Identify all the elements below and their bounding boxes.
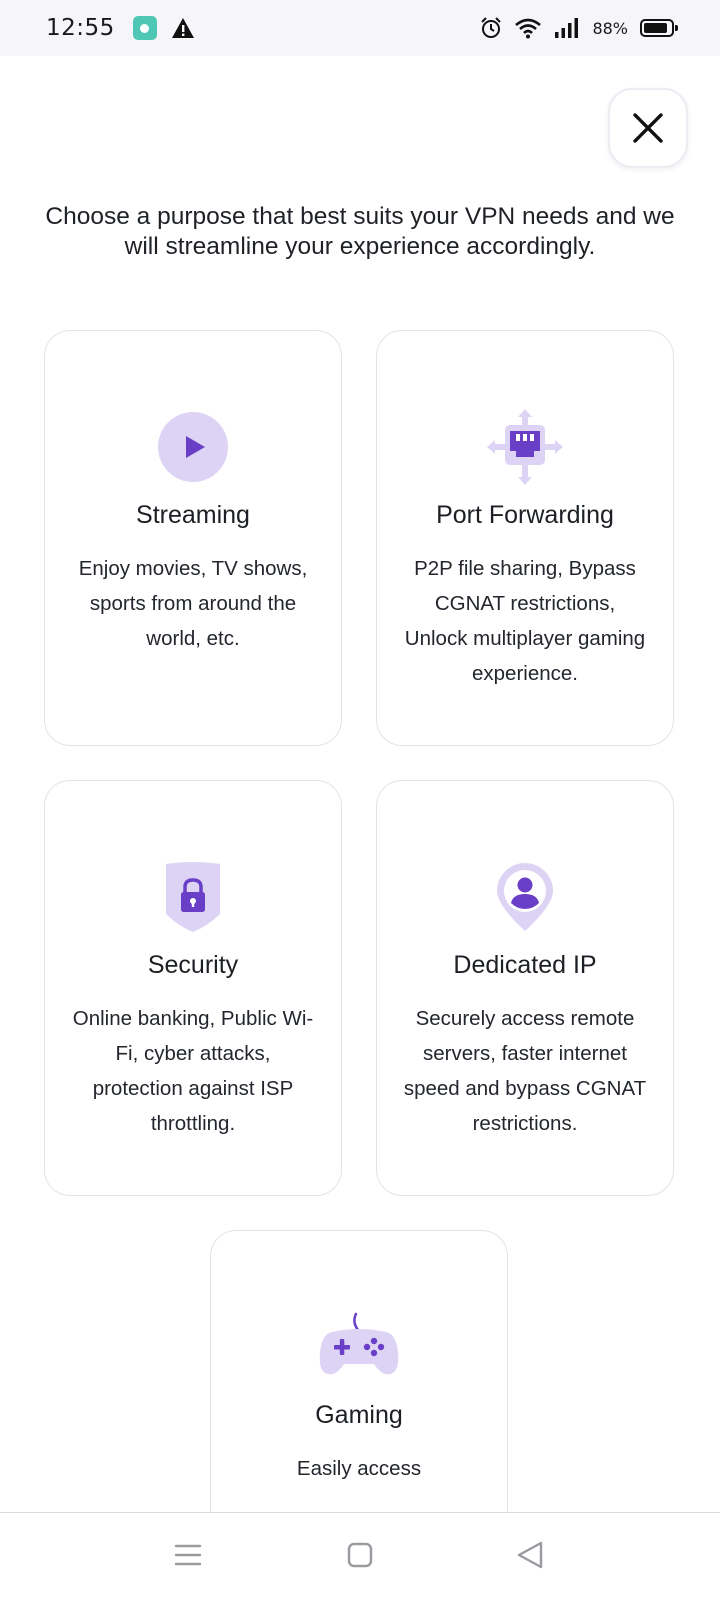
purpose-card-security[interactable]: Security Online banking, Public Wi-Fi, c… [44,780,342,1196]
intro-text: Choose a purpose that best suits your VP… [45,203,675,260]
app-notification-icon [132,16,157,40]
status-right: 88% [480,17,678,39]
home-square-icon [347,1542,373,1568]
gamepad-icon [319,1312,399,1375]
notification-icons [132,16,195,40]
wifi-icon [515,18,542,39]
alarm-icon [481,17,502,38]
purpose-card-port-forwarding[interactable]: Port Forwarding P2P file sharing, Bypass… [376,330,674,746]
purpose-title: Security [147,951,239,979]
purpose-card-streaming[interactable]: Streaming Enjoy movies, TV shows, sports… [44,330,342,746]
back-button[interactable] [510,1535,550,1575]
back-triangle-icon [517,1541,543,1569]
signal-icon [555,18,579,38]
purpose-title: Gaming [315,1401,403,1429]
status-time: 12:55 [46,15,115,41]
ethernet-port-icon [487,409,563,485]
purpose-card-gaming[interactable]: Gaming Easily access [210,1230,508,1530]
menu-icon [174,1544,202,1566]
purpose-description: Securely access remote servers, faster i… [403,1007,647,1135]
purpose-description: P2P file sharing, Bypass CGNAT restricti… [404,557,646,685]
close-icon [633,113,663,143]
battery-percentage: 88% [592,18,628,38]
purpose-description: Easily access [296,1457,422,1480]
close-button[interactable] [608,88,688,168]
purpose-description: Enjoy movies, TV shows, sports from arou… [78,557,308,650]
battery-icon [640,19,678,37]
purpose-card-dedicated-ip[interactable]: Dedicated IP Securely access remote serv… [376,780,674,1196]
purpose-title: Port Forwarding [436,501,614,529]
play-icon [158,412,228,482]
purpose-description: Online banking, Public Wi-Fi, cyber atta… [72,1007,314,1135]
user-pin-icon [497,863,553,931]
home-button[interactable] [340,1535,380,1575]
shield-lock-icon [166,862,220,932]
purpose-title: Dedicated IP [453,951,597,979]
battery-level [644,23,667,33]
status-bar: 12:55 88% [0,0,720,56]
warning-icon [171,18,194,38]
purpose-title: Streaming [136,501,250,529]
navigation-bar [0,1513,720,1600]
recent-apps-button[interactable] [168,1535,208,1575]
